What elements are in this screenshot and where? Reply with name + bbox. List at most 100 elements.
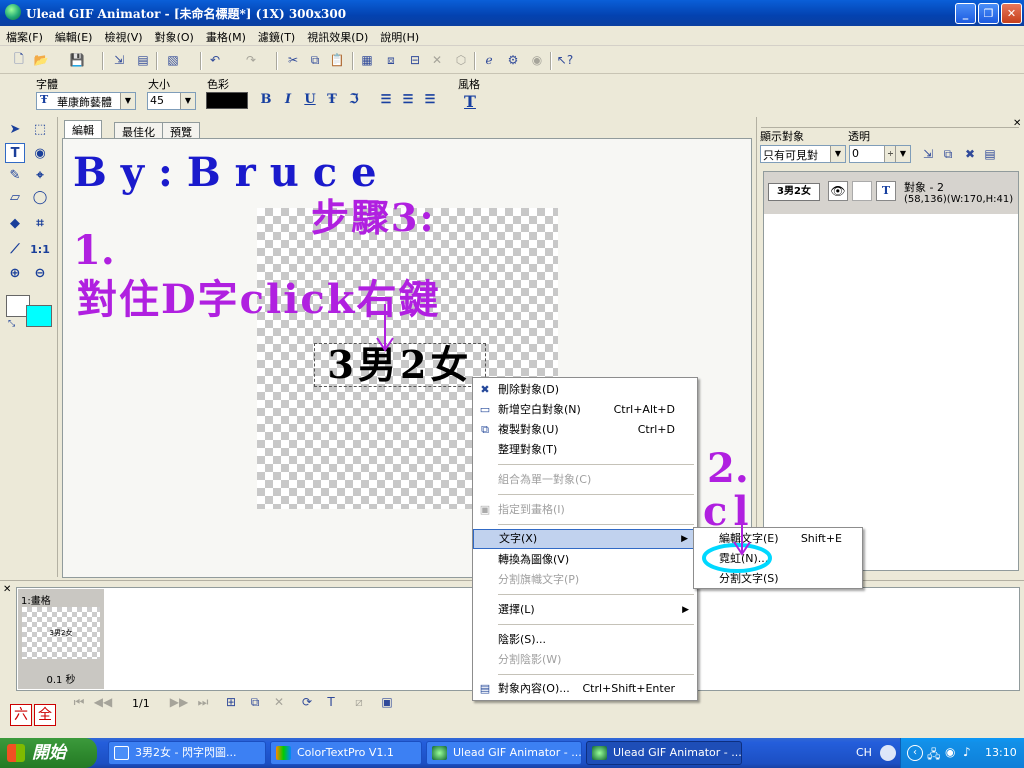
frame-icon[interactable]: ▦: [358, 51, 376, 69]
chevron-down-icon[interactable]: ▼: [830, 146, 845, 162]
eraser-tool-icon[interactable]: ▱: [5, 187, 25, 207]
zoom-in-icon[interactable]: ⊕: [5, 263, 25, 283]
menu-item-text[interactable]: 文字(X) ▶: [473, 529, 697, 549]
menu-file[interactable]: 檔案(F): [0, 26, 49, 45]
tab-preview[interactable]: 預覽: [162, 122, 200, 139]
object-properties-icon[interactable]: ▤: [981, 145, 999, 163]
add-frame-icon[interactable]: ⊞: [222, 693, 240, 711]
menu-item-merge-objects[interactable]: 組合為單一對象(C): [473, 470, 697, 490]
text-style-icon[interactable]: T: [462, 92, 478, 111]
actual-size-button[interactable]: 1:1: [30, 239, 50, 259]
close-button[interactable]: ✕: [1001, 3, 1022, 24]
save-icon[interactable]: 💾: [68, 51, 86, 69]
chevron-left-icon[interactable]: ‹: [907, 745, 923, 761]
menu-item-convert-to-image[interactable]: 轉換為圖像(V): [473, 550, 697, 570]
pointer-tool-icon[interactable]: ➤: [5, 119, 25, 139]
paste-icon[interactable]: 📋: [328, 51, 346, 69]
outline-button[interactable]: ℑ: [346, 92, 362, 108]
duplicate-frame-icon[interactable]: ⧈: [382, 51, 400, 69]
menu-edit[interactable]: 編輯(E): [49, 26, 99, 45]
menu-frame[interactable]: 畫格(M): [200, 26, 252, 45]
last-frame-icon[interactable]: ⏭: [194, 693, 212, 711]
menu-item-select[interactable]: 選擇(L) ▶: [473, 600, 697, 620]
tween-icon[interactable]: ⟳: [298, 693, 316, 711]
new-file-icon[interactable]: 🗋: [10, 51, 28, 69]
duplicate-object-icon[interactable]: ⧉: [939, 145, 957, 163]
show-objects-select[interactable]: 只有可見對 ▼: [760, 145, 846, 163]
menu-filter[interactable]: 濾鏡(T): [252, 26, 301, 45]
undo-icon[interactable]: ↶: [206, 51, 224, 69]
menu-item-assign-to-frame[interactable]: ▣ 指定到畫格(I): [473, 500, 697, 520]
tab-edit[interactable]: 編輯: [64, 120, 102, 139]
taskbar-button-ulead-1[interactable]: Ulead GIF Animator - ...: [426, 741, 582, 765]
language-indicator[interactable]: CH: [856, 746, 872, 759]
minimize-button[interactable]: _: [955, 3, 976, 24]
menu-item-delete-object[interactable]: ✖ 刪除對象(D): [473, 380, 697, 400]
open-file-icon[interactable]: 📂: [32, 51, 50, 69]
close-icon[interactable]: ✕: [3, 584, 11, 595]
menu-item-new-blank-object[interactable]: ▭ 新增空白對象(N) Ctrl+Alt+D: [473, 400, 697, 420]
clock[interactable]: 13:10: [985, 746, 1017, 759]
frame-properties-icon[interactable]: ▣: [378, 693, 396, 711]
title-bar[interactable]: Ulead GIF Animator - [未命名標題*] (1X) 300x3…: [0, 0, 1024, 26]
add-video-icon[interactable]: ▤: [134, 51, 152, 69]
menu-item-duplicate-object[interactable]: ⧉ 複製對象(U) Ctrl+D: [473, 420, 697, 440]
delete-object-icon[interactable]: ✖: [961, 145, 979, 163]
text-tool-icon[interactable]: T: [5, 143, 25, 163]
crop-icon[interactable]: ✕: [428, 51, 446, 69]
antivirus-icon[interactable]: ◉: [945, 745, 955, 759]
object-list[interactable]: 3男2女 👁 T 對象 - 2 (58,136)(W:170,H:41): [763, 171, 1019, 571]
text-color-swatch[interactable]: [206, 92, 248, 109]
help-icon[interactable]: ↖?: [556, 51, 574, 69]
italic-button[interactable]: I: [280, 92, 296, 108]
start-button[interactable]: 開始: [0, 738, 97, 768]
chevron-down-icon[interactable]: ▼: [120, 93, 135, 109]
marquee-tool-icon[interactable]: ⬚: [30, 119, 50, 139]
taskbar-button-ulead-2[interactable]: Ulead GIF Animator - ...: [586, 741, 742, 765]
first-frame-icon[interactable]: ⏮: [70, 693, 88, 711]
network-icon[interactable]: 🖧: [927, 745, 940, 766]
crop-tool-icon[interactable]: ⌗: [30, 213, 50, 233]
menu-item-shadow[interactable]: 陰影(S)...: [473, 630, 697, 650]
menu-object[interactable]: 對象(O): [149, 26, 200, 45]
properties-icon[interactable]: ⧄: [350, 693, 368, 711]
settings-icon[interactable]: ⚙: [504, 51, 522, 69]
transparency-input[interactable]: 0 ÷ ▼: [849, 145, 911, 163]
swap-colors-icon[interactable]: ⤡: [8, 319, 15, 329]
eyedropper-tool-icon[interactable]: ⟋: [5, 239, 25, 259]
browser-preview-icon[interactable]: ℯ: [480, 51, 498, 69]
magic-wand-tool-icon[interactable]: ◯: [30, 187, 50, 207]
background-color-swatch[interactable]: [26, 305, 52, 327]
object-row[interactable]: 3男2女 👁 T 對象 - 2 (58,136)(W:170,H:41): [764, 172, 1018, 214]
lock-toggle[interactable]: [852, 181, 872, 201]
tween-icon[interactable]: ⬡: [452, 51, 470, 69]
size-select[interactable]: 45 ▼: [147, 92, 196, 110]
optimize-icon[interactable]: ▧: [164, 51, 182, 69]
delete-frame-icon[interactable]: ✕: [270, 693, 288, 711]
delete-frame-icon[interactable]: ⊟: [406, 51, 424, 69]
cut-icon[interactable]: ✂: [284, 51, 302, 69]
app-icon[interactable]: [5, 4, 21, 20]
duplicate-frame-icon[interactable]: ⧉: [246, 693, 264, 711]
menu-item-split-banner-text[interactable]: 分割旗幟文字(P): [473, 570, 697, 590]
align-left-icon[interactable]: ☰: [378, 92, 394, 108]
menu-view[interactable]: 檢視(V): [98, 26, 148, 45]
menu-item-arrange-objects[interactable]: 整理對象(T): [473, 440, 697, 460]
record-icon[interactable]: ◉: [528, 51, 546, 69]
align-center-icon[interactable]: ☰: [400, 92, 416, 108]
canvas-text-object[interactable]: 3男2女: [314, 343, 486, 387]
ime-icon[interactable]: [880, 745, 896, 761]
copy-icon[interactable]: ⧉: [306, 51, 324, 69]
text-banner-icon[interactable]: T: [322, 693, 340, 711]
ime-button-2[interactable]: 全: [34, 704, 56, 726]
lasso-tool-icon[interactable]: ⌖: [30, 165, 50, 185]
next-frame-icon[interactable]: ▶▶: [170, 693, 188, 711]
frame-thumbnail[interactable]: 1:畫格 3男2女 0.1 秒: [18, 589, 104, 689]
maximize-button[interactable]: ❐: [978, 3, 999, 24]
redo-icon[interactable]: ↷: [242, 51, 260, 69]
add-images-icon[interactable]: ⇲: [110, 51, 128, 69]
chevron-down-icon[interactable]: ▼: [895, 146, 910, 162]
fill-tool-icon[interactable]: ◆: [5, 213, 25, 233]
underline-button[interactable]: U: [302, 92, 318, 108]
volume-icon[interactable]: ♪: [963, 745, 971, 759]
